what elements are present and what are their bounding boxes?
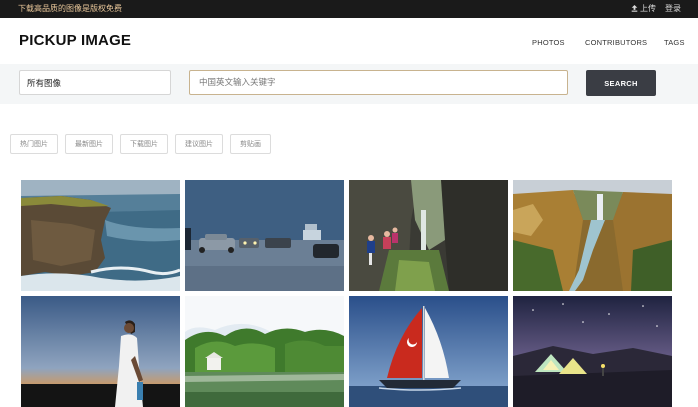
nav-contributors[interactable]: CONTRIBUTORS — [585, 38, 647, 47]
photo-parking-lot[interactable] — [185, 180, 344, 291]
photo-red-sailboat[interactable] — [349, 296, 508, 407]
promo-text: 下载高品质的图像是版权免费 — [18, 4, 122, 13]
photo-tent-night[interactable] — [513, 296, 672, 407]
upload-icon — [631, 5, 638, 12]
nav-tags[interactable]: TAGS — [664, 38, 685, 47]
filter-popular[interactable]: 热门图片 — [10, 134, 58, 154]
site-logo[interactable]: PICKUP IMAGE — [19, 32, 131, 49]
photo-gorge-hikers[interactable] — [349, 180, 508, 291]
login-link[interactable]: 登录 — [665, 3, 681, 14]
top-bar: 下载高品质的图像是版权免费 上传 登录 — [0, 0, 698, 18]
search-band: 所有图像 SEARCH — [0, 64, 698, 104]
site-header: PICKUP IMAGE PHOTOS CONTRIBUTORS TAGS — [0, 18, 698, 64]
filter-clipart[interactable]: 剪贴画 — [230, 134, 271, 154]
upload-label: 上传 — [640, 4, 656, 13]
nav-photos[interactable]: PHOTOS — [532, 38, 565, 47]
photo-lake-pavilion[interactable] — [185, 296, 344, 407]
search-scope-select[interactable]: 所有图像 — [19, 70, 171, 95]
search-input[interactable] — [189, 70, 568, 95]
photo-canyon-waterfall[interactable] — [513, 180, 672, 291]
filter-latest[interactable]: 最新图片 — [65, 134, 113, 154]
filter-recommended[interactable]: 建议图片 — [175, 134, 223, 154]
filter-downloaded[interactable]: 下载图片 — [120, 134, 168, 154]
photo-coastal-cliffs[interactable] — [21, 180, 180, 291]
search-button[interactable]: SEARCH — [586, 70, 656, 96]
filter-tabs: 热门图片 最新图片 下载图片 建议图片 剪贴画 — [10, 134, 271, 154]
search-scope-value: 所有图像 — [27, 78, 62, 89]
upload-link[interactable]: 上传 — [631, 3, 656, 14]
photo-woman-dress[interactable] — [21, 296, 180, 407]
